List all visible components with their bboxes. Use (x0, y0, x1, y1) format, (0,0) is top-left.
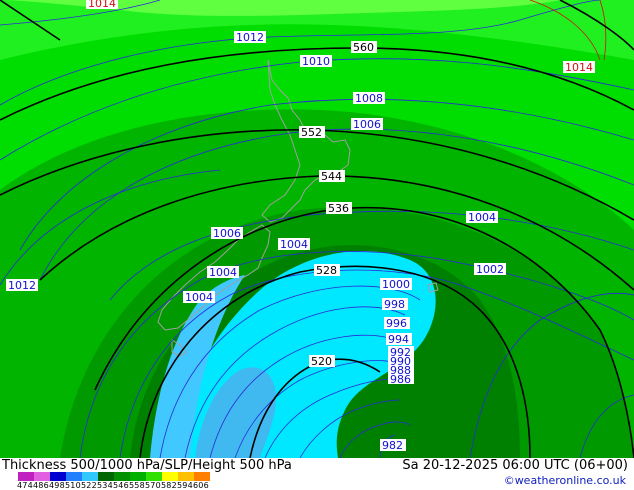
weather-chart: 1014 1012 1010 1008 1006 1004 1014 1006 … (0, 0, 634, 490)
color-scale-label: 486 (33, 481, 49, 490)
color-scale-swatch (114, 472, 130, 481)
height-label: 536 (328, 202, 349, 215)
isobar-label: 982 (382, 439, 403, 452)
color-scale-label: 582 (161, 481, 177, 490)
height-label: 520 (311, 355, 332, 368)
color-scale-label: 474 (17, 481, 33, 490)
color-scale-swatch (178, 472, 194, 481)
isobar-label: 1014 (565, 61, 593, 74)
isobar-label: 1008 (355, 92, 383, 105)
isobar-label: 1006 (353, 118, 381, 131)
color-scale-labels: 474486498510522534546558570582594606 (17, 481, 209, 490)
color-scale-label: 510 (65, 481, 81, 490)
color-scale (18, 472, 210, 481)
color-scale-swatch (98, 472, 114, 481)
color-scale-label: 522 (81, 481, 97, 490)
isobar-label: 1004 (468, 211, 496, 224)
isobar-label: 994 (388, 333, 409, 346)
isobar-label: 1004 (209, 266, 237, 279)
isobar-label: 996 (386, 317, 407, 330)
color-scale-label: 498 (49, 481, 65, 490)
color-scale-swatch (50, 472, 66, 481)
color-scale-label: 534 (97, 481, 113, 490)
isobar-label: 1004 (185, 291, 213, 304)
color-scale-swatch (18, 472, 34, 481)
credit-link[interactable]: ©weatheronline.co.uk (504, 474, 626, 487)
chart-footer: Thickness 500/1000 hPa/SLP/Height 500 hP… (0, 458, 634, 490)
color-scale-swatch (194, 472, 210, 481)
height-label: 528 (316, 264, 337, 277)
isobar-label: 998 (384, 298, 405, 311)
valid-time: Sa 20-12-2025 06:00 UTC (06+00) (402, 458, 628, 473)
isobar-label: 1006 (213, 227, 241, 240)
isobar-label: 1014 (88, 0, 116, 10)
isobar-label: 1012 (236, 31, 264, 44)
color-scale-label: 558 (129, 481, 145, 490)
color-scale-swatch (162, 472, 178, 481)
thickness-map: 1014 1012 1010 1008 1006 1004 1014 1006 … (0, 0, 634, 458)
height-label: 544 (321, 170, 342, 183)
isobar-label: 1000 (382, 278, 410, 291)
isobar-label: 1010 (302, 55, 330, 68)
isobar-label: 986 (390, 373, 411, 386)
isobar-label: 1002 (476, 263, 504, 276)
color-scale-label: 546 (113, 481, 129, 490)
color-scale-swatch (34, 472, 50, 481)
color-scale-swatch (82, 472, 98, 481)
color-scale-label: 594 (177, 481, 193, 490)
color-scale-swatch (130, 472, 146, 481)
color-scale-swatch (146, 472, 162, 481)
isobar-label: 1012 (8, 279, 36, 292)
height-label: 560 (353, 41, 374, 54)
color-scale-label: 606 (193, 481, 209, 490)
chart-title: Thickness 500/1000 hPa/SLP/Height 500 hP… (2, 458, 292, 473)
color-scale-swatch (66, 472, 82, 481)
color-scale-label: 570 (145, 481, 161, 490)
isobar-label: 1004 (280, 238, 308, 251)
height-label: 552 (301, 126, 322, 139)
